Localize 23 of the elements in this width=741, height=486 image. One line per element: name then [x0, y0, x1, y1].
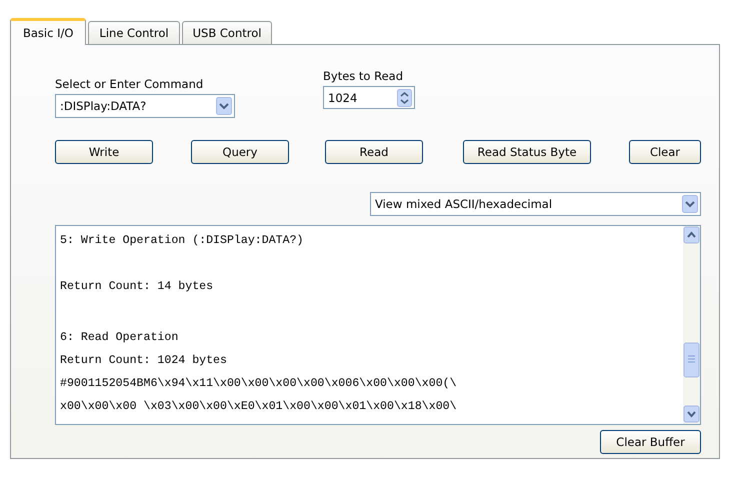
tab[interactable]: USB Control	[182, 21, 272, 44]
action-button[interactable]: Read	[325, 140, 423, 164]
clear-buffer-button[interactable]: Clear Buffer	[600, 430, 701, 454]
output-textarea[interactable]	[55, 225, 701, 425]
action-button[interactable]: Write	[55, 140, 153, 164]
log-line: Return Count: 14 bytes	[60, 279, 214, 295]
log-line: Return Count: 1024 bytes	[60, 353, 228, 369]
bytes-spinner[interactable]: 1024	[323, 86, 415, 109]
log-line: #9001152054BM6\x94\x11\x00\x00\x00\x00\x006\x00\x00\x00(\	[60, 376, 458, 392]
log-line: 6: Read Operation	[60, 330, 180, 346]
tab[interactable]: Basic I/O	[10, 18, 86, 45]
action-button[interactable]: Clear	[629, 140, 701, 164]
view-mode-dropdown[interactable]: View mixed ASCII/hexadecimal	[370, 192, 701, 216]
spinner-arrows-icon	[397, 88, 412, 106]
action-button[interactable]: Read Status Byte	[463, 140, 591, 164]
scrollbar-drawing[interactable]	[683, 226, 700, 424]
field-label: Bytes to Read	[323, 69, 404, 83]
log-line: 5: Write Operation (:DISPlay:DATA?)	[60, 233, 305, 249]
command-combo[interactable]: :DISPlay:DATA?	[55, 94, 235, 118]
tab[interactable]: Line Control	[88, 21, 180, 44]
field-label: Select or Enter Command	[55, 77, 204, 91]
log-line: x00\x00\x00 \x03\x00\x00\xE0\x01\x00\x00\x01\x00\x18\x00\	[60, 399, 458, 415]
action-button[interactable]: Query	[191, 140, 289, 164]
